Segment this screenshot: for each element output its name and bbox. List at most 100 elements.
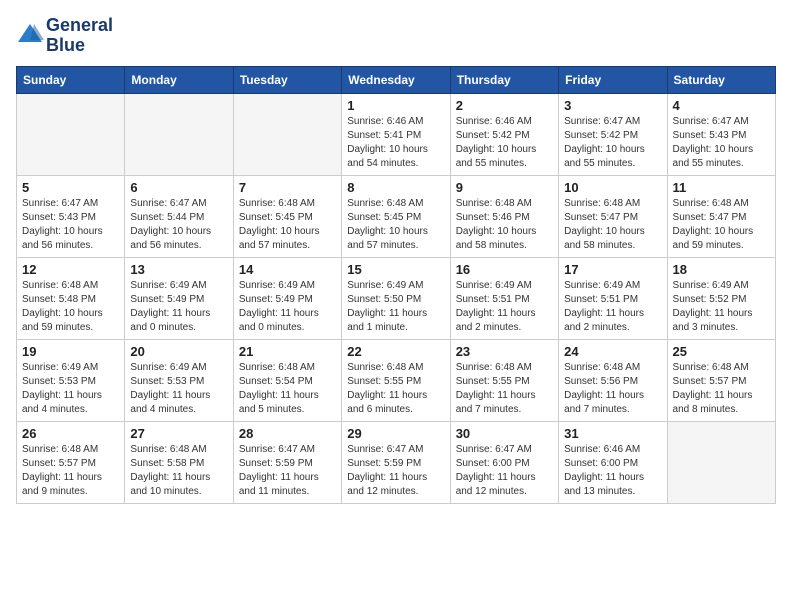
day-number: 6	[130, 180, 227, 195]
calendar-weekday-header: Monday	[125, 66, 233, 93]
day-number: 10	[564, 180, 661, 195]
calendar-week-row: 5 Sunrise: 6:47 AM Sunset: 5:43 PM Daylig…	[17, 175, 776, 257]
day-number: 23	[456, 344, 553, 359]
day-info: Sunrise: 6:48 AM Sunset: 5:57 PM Dayligh…	[673, 361, 770, 417]
calendar-weekday-header: Friday	[559, 66, 667, 93]
day-info: Sunrise: 6:47 AM Sunset: 5:43 PM Dayligh…	[22, 197, 119, 253]
day-number: 5	[22, 180, 119, 195]
calendar-week-row: 26 Sunrise: 6:48 AM Sunset: 5:57 PM Dayli…	[17, 421, 776, 503]
day-info: Sunrise: 6:48 AM Sunset: 5:55 PM Dayligh…	[456, 361, 553, 417]
day-info: Sunrise: 6:48 AM Sunset: 5:55 PM Dayligh…	[347, 361, 444, 417]
calendar-day-cell: 14 Sunrise: 6:49 AM Sunset: 5:49 PM Dayli…	[233, 257, 341, 339]
day-number: 24	[564, 344, 661, 359]
day-info: Sunrise: 6:48 AM Sunset: 5:47 PM Dayligh…	[673, 197, 770, 253]
day-number: 2	[456, 98, 553, 113]
day-number: 4	[673, 98, 770, 113]
calendar-day-cell: 1Sunrise: 6:46 AM Sunset: 5:41 PM Daylig…	[342, 93, 450, 175]
day-info: Sunrise: 6:47 AM Sunset: 5:59 PM Dayligh…	[347, 443, 444, 499]
day-info: Sunrise: 6:49 AM Sunset: 5:49 PM Dayligh…	[130, 279, 227, 335]
day-number: 22	[347, 344, 444, 359]
calendar-day-cell	[125, 93, 233, 175]
calendar-day-cell: 16 Sunrise: 6:49 AM Sunset: 5:51 PM Dayli…	[450, 257, 558, 339]
day-info: Sunrise: 6:46 AM Sunset: 5:42 PM Dayligh…	[456, 115, 553, 171]
day-info: Sunrise: 6:48 AM Sunset: 5:47 PM Dayligh…	[564, 197, 661, 253]
calendar-header-row: SundayMondayTuesdayWednesdayThursdayFrid…	[17, 66, 776, 93]
calendar-day-cell: 5 Sunrise: 6:47 AM Sunset: 5:43 PM Daylig…	[17, 175, 125, 257]
day-number: 3	[564, 98, 661, 113]
calendar-day-cell: 26 Sunrise: 6:48 AM Sunset: 5:57 PM Dayli…	[17, 421, 125, 503]
calendar-day-cell: 19Sunrise: 6:49 AM Sunset: 5:53 PM Dayli…	[17, 339, 125, 421]
logo-text: General Blue	[46, 16, 113, 56]
calendar-week-row: 19Sunrise: 6:49 AM Sunset: 5:53 PM Dayli…	[17, 339, 776, 421]
day-info: Sunrise: 6:48 AM Sunset: 5:58 PM Dayligh…	[130, 443, 227, 499]
calendar-day-cell: 22 Sunrise: 6:48 AM Sunset: 5:55 PM Dayli…	[342, 339, 450, 421]
calendar-day-cell: 10 Sunrise: 6:48 AM Sunset: 5:47 PM Dayli…	[559, 175, 667, 257]
calendar-day-cell: 29 Sunrise: 6:47 AM Sunset: 5:59 PM Dayli…	[342, 421, 450, 503]
day-info: Sunrise: 6:48 AM Sunset: 5:45 PM Dayligh…	[347, 197, 444, 253]
calendar-day-cell: 31Sunrise: 6:46 AM Sunset: 6:00 PM Dayli…	[559, 421, 667, 503]
day-number: 26	[22, 426, 119, 441]
calendar-day-cell: 20 Sunrise: 6:49 AM Sunset: 5:53 PM Dayli…	[125, 339, 233, 421]
calendar-day-cell: 17Sunrise: 6:49 AM Sunset: 5:51 PM Dayli…	[559, 257, 667, 339]
calendar-weekday-header: Thursday	[450, 66, 558, 93]
day-info: Sunrise: 6:48 AM Sunset: 5:45 PM Dayligh…	[239, 197, 336, 253]
calendar-day-cell: 23 Sunrise: 6:48 AM Sunset: 5:55 PM Dayli…	[450, 339, 558, 421]
day-number: 8	[347, 180, 444, 195]
calendar-day-cell: 11 Sunrise: 6:48 AM Sunset: 5:47 PM Dayli…	[667, 175, 775, 257]
calendar-day-cell	[233, 93, 341, 175]
calendar-day-cell: 30 Sunrise: 6:47 AM Sunset: 6:00 PM Dayli…	[450, 421, 558, 503]
day-info: Sunrise: 6:48 AM Sunset: 5:57 PM Dayligh…	[22, 443, 119, 499]
day-number: 14	[239, 262, 336, 277]
logo-icon	[16, 20, 44, 48]
day-number: 7	[239, 180, 336, 195]
day-info: Sunrise: 6:48 AM Sunset: 5:54 PM Dayligh…	[239, 361, 336, 417]
day-info: Sunrise: 6:49 AM Sunset: 5:52 PM Dayligh…	[673, 279, 770, 335]
calendar-day-cell: 28Sunrise: 6:47 AM Sunset: 5:59 PM Dayli…	[233, 421, 341, 503]
day-info: Sunrise: 6:47 AM Sunset: 5:59 PM Dayligh…	[239, 443, 336, 499]
day-info: Sunrise: 6:49 AM Sunset: 5:51 PM Dayligh…	[456, 279, 553, 335]
calendar-day-cell: 24Sunrise: 6:48 AM Sunset: 5:56 PM Dayli…	[559, 339, 667, 421]
day-info: Sunrise: 6:47 AM Sunset: 5:42 PM Dayligh…	[564, 115, 661, 171]
day-info: Sunrise: 6:47 AM Sunset: 6:00 PM Dayligh…	[456, 443, 553, 499]
day-number: 15	[347, 262, 444, 277]
calendar-day-cell: 3 Sunrise: 6:47 AM Sunset: 5:42 PM Daylig…	[559, 93, 667, 175]
calendar-week-row: 1Sunrise: 6:46 AM Sunset: 5:41 PM Daylig…	[17, 93, 776, 175]
day-info: Sunrise: 6:49 AM Sunset: 5:51 PM Dayligh…	[564, 279, 661, 335]
calendar-weekday-header: Saturday	[667, 66, 775, 93]
calendar-day-cell: 6 Sunrise: 6:47 AM Sunset: 5:44 PM Daylig…	[125, 175, 233, 257]
day-info: Sunrise: 6:49 AM Sunset: 5:53 PM Dayligh…	[22, 361, 119, 417]
page-header: General Blue	[16, 16, 776, 56]
day-info: Sunrise: 6:47 AM Sunset: 5:43 PM Dayligh…	[673, 115, 770, 171]
day-number: 30	[456, 426, 553, 441]
calendar-day-cell: 15 Sunrise: 6:49 AM Sunset: 5:50 PM Dayli…	[342, 257, 450, 339]
calendar-week-row: 12Sunrise: 6:48 AM Sunset: 5:48 PM Dayli…	[17, 257, 776, 339]
day-number: 25	[673, 344, 770, 359]
calendar-day-cell: 2 Sunrise: 6:46 AM Sunset: 5:42 PM Daylig…	[450, 93, 558, 175]
calendar-weekday-header: Sunday	[17, 66, 125, 93]
calendar-day-cell: 27 Sunrise: 6:48 AM Sunset: 5:58 PM Dayli…	[125, 421, 233, 503]
day-number: 1	[347, 98, 444, 113]
calendar-day-cell: 12Sunrise: 6:48 AM Sunset: 5:48 PM Dayli…	[17, 257, 125, 339]
day-info: Sunrise: 6:49 AM Sunset: 5:50 PM Dayligh…	[347, 279, 444, 335]
calendar-weekday-header: Wednesday	[342, 66, 450, 93]
calendar-day-cell: 8 Sunrise: 6:48 AM Sunset: 5:45 PM Daylig…	[342, 175, 450, 257]
day-number: 20	[130, 344, 227, 359]
calendar-weekday-header: Tuesday	[233, 66, 341, 93]
day-number: 27	[130, 426, 227, 441]
calendar-day-cell	[667, 421, 775, 503]
day-number: 12	[22, 262, 119, 277]
day-info: Sunrise: 6:48 AM Sunset: 5:46 PM Dayligh…	[456, 197, 553, 253]
day-number: 11	[673, 180, 770, 195]
day-info: Sunrise: 6:49 AM Sunset: 5:49 PM Dayligh…	[239, 279, 336, 335]
day-info: Sunrise: 6:46 AM Sunset: 6:00 PM Dayligh…	[564, 443, 661, 499]
calendar-day-cell: 4 Sunrise: 6:47 AM Sunset: 5:43 PM Daylig…	[667, 93, 775, 175]
day-info: Sunrise: 6:49 AM Sunset: 5:53 PM Dayligh…	[130, 361, 227, 417]
calendar-day-cell	[17, 93, 125, 175]
calendar-day-cell: 21Sunrise: 6:48 AM Sunset: 5:54 PM Dayli…	[233, 339, 341, 421]
day-number: 29	[347, 426, 444, 441]
day-info: Sunrise: 6:47 AM Sunset: 5:44 PM Dayligh…	[130, 197, 227, 253]
day-number: 9	[456, 180, 553, 195]
calendar-day-cell: 9 Sunrise: 6:48 AM Sunset: 5:46 PM Daylig…	[450, 175, 558, 257]
day-number: 16	[456, 262, 553, 277]
day-number: 13	[130, 262, 227, 277]
